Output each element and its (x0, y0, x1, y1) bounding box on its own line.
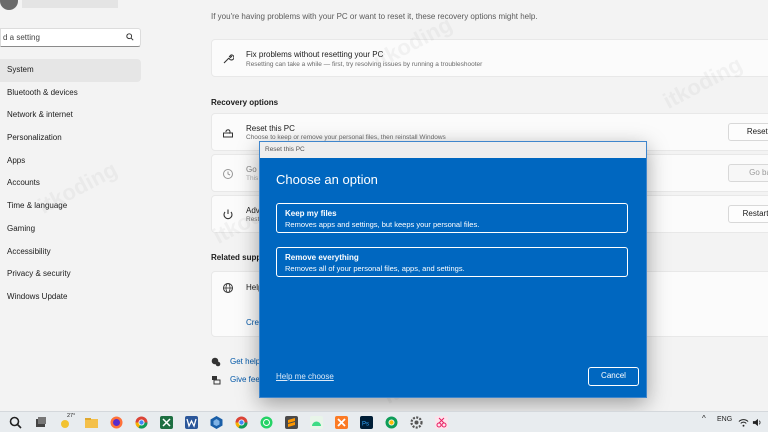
recovery-options-heading: Recovery options (211, 98, 279, 107)
task-view-icon[interactable] (33, 415, 48, 430)
snipping-icon[interactable] (434, 415, 449, 430)
reset-pc-title: Reset this PC (246, 124, 295, 133)
sidebar-item-bluetooth[interactable]: Bluetooth & devices (0, 82, 141, 105)
dialog-titlebar: Reset this PC (260, 142, 646, 158)
svg-text:Ps: Ps (362, 422, 369, 428)
xampp-icon[interactable] (334, 415, 349, 430)
sublime-icon[interactable] (284, 415, 299, 430)
search-icon[interactable] (8, 415, 23, 430)
photoshop-icon[interactable]: Ps (359, 415, 374, 430)
go-back-subtitle: This (246, 175, 259, 182)
search-value: d a setting (3, 33, 40, 42)
wifi-icon[interactable] (738, 417, 749, 428)
reset-pc-button[interactable]: Reset PC (728, 123, 768, 141)
fix-problems-subtitle: Resetting can take a while — first, try … (246, 61, 483, 68)
page-intro: If you're having problems with your PC o… (211, 12, 538, 21)
account-name-placeholder (22, 0, 118, 8)
weather-temperature: 27° (67, 413, 76, 419)
search-input[interactable]: d a setting (0, 28, 141, 47)
virtualbox-icon[interactable] (209, 415, 224, 430)
taskbar: 27° Ps ^ ENG (0, 411, 768, 432)
get-help-label: Get help (230, 357, 261, 366)
chrome-alt-icon[interactable] (234, 415, 249, 430)
chrome-icon[interactable] (134, 415, 149, 430)
android-icon[interactable] (309, 415, 324, 430)
remove-everything-desc: Removes all of your personal files, apps… (285, 264, 465, 273)
help-me-choose-link[interactable]: Help me choose (276, 372, 334, 381)
get-help-icon (211, 357, 221, 367)
file-explorer-icon[interactable] (84, 415, 99, 430)
keep-my-files-option[interactable]: Keep my files Removes apps and settings,… (276, 203, 628, 233)
chrome-dev-icon[interactable] (384, 415, 399, 430)
sidebar-item-gaming[interactable]: Gaming (0, 218, 141, 241)
sidebar-item-time-language[interactable]: Time & language (0, 195, 141, 218)
volume-icon[interactable] (752, 417, 763, 428)
tray-overflow-chevron-icon[interactable]: ^ (702, 414, 706, 423)
word-icon[interactable] (184, 415, 199, 430)
history-icon (223, 169, 233, 179)
reset-pc-dialog: Reset this PC Choose an option Keep my f… (259, 141, 647, 398)
sidebar-item-network[interactable]: Network & internet (0, 104, 141, 127)
remove-everything-option[interactable]: Remove everything Removes all of your pe… (276, 247, 628, 277)
search-icon (126, 33, 134, 41)
sidebar-item-system[interactable]: System (0, 59, 141, 82)
settings-nav: System Bluetooth & devices Network & int… (0, 59, 141, 309)
globe-icon (223, 283, 233, 293)
feedback-icon (212, 376, 221, 385)
reset-pc-subtitle: Choose to keep or remove your personal f… (246, 134, 446, 141)
advanced-startup-icon (223, 209, 233, 220)
fix-problems-card[interactable]: Fix problems without resetting your PC R… (211, 39, 768, 77)
sidebar-item-privacy[interactable]: Privacy & security (0, 263, 141, 286)
sidebar-item-personalization[interactable]: Personalization (0, 127, 141, 150)
language-indicator[interactable]: ENG (717, 416, 732, 423)
fix-problems-title: Fix problems without resetting your PC (246, 50, 384, 59)
keep-my-files-desc: Removes apps and settings, but keeps you… (285, 220, 480, 229)
go-back-button[interactable]: Go back (728, 164, 768, 182)
keep-my-files-title: Keep my files (285, 209, 337, 218)
sidebar: d a setting System Bluetooth & devices N… (0, 0, 150, 411)
excel-icon[interactable] (159, 415, 174, 430)
settings-icon[interactable] (409, 415, 424, 430)
cancel-button[interactable]: Cancel (588, 367, 639, 386)
sidebar-item-windows-update[interactable]: Windows Update (0, 286, 141, 309)
wrench-icon (223, 54, 234, 64)
reset-pc-icon (223, 129, 233, 138)
sidebar-item-apps[interactable]: Apps (0, 150, 141, 173)
dialog-heading: Choose an option (276, 172, 378, 187)
whatsapp-icon[interactable] (259, 415, 274, 430)
advanced-startup-subtitle: Rest (246, 216, 260, 223)
related-support-heading: Related suppo (211, 253, 267, 262)
sidebar-item-accounts[interactable]: Accounts (0, 172, 141, 195)
restart-now-button[interactable]: Restart now (728, 205, 768, 223)
firefox-icon[interactable] (109, 415, 124, 430)
remove-everything-title: Remove everything (285, 253, 359, 262)
avatar[interactable] (0, 0, 18, 10)
sidebar-item-accessibility[interactable]: Accessibility (0, 241, 141, 264)
